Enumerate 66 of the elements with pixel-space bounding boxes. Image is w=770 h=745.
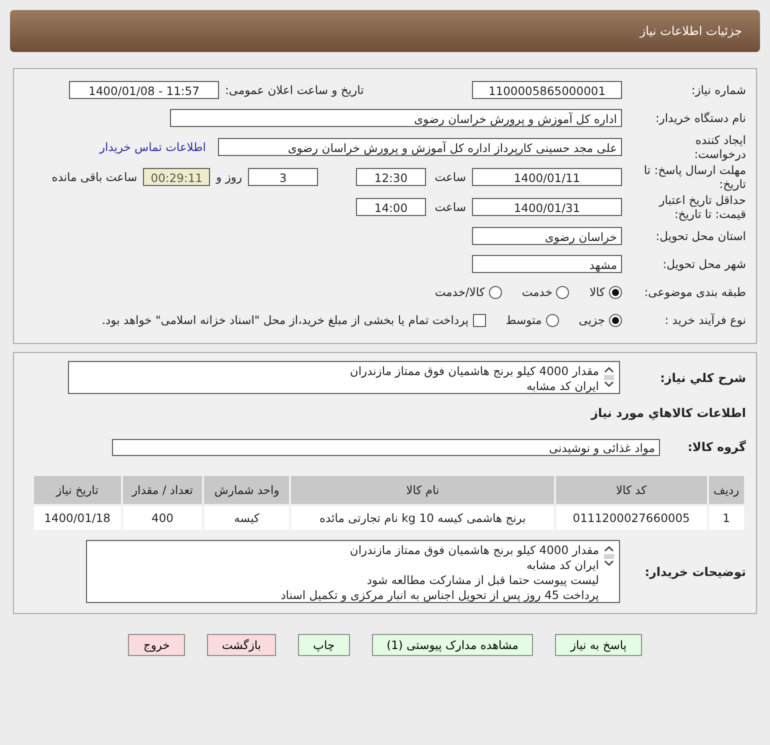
table-cell: 1400/01/18 [33,505,122,531]
column-header: کد کالا [555,475,708,505]
field-label: شهر محل تحویل: [662,257,746,271]
field-label: استان محل تحویل: [654,229,746,243]
days-field: 3 [248,168,318,186]
action-button[interactable]: مشاهده مدارک پیوستی (1) [372,634,534,656]
remaining-time-field: 00:29:11 [143,168,210,186]
table-cell: 400 [122,505,204,531]
radio-button[interactable] [546,314,559,326]
column-header: واحد شمارش [203,475,290,505]
option-label: جزیی [578,313,605,327]
column-header: ردیف [708,475,745,505]
date-field: 1400/01/31 [472,198,622,216]
field-label: نوع فرآیند خرید : [664,313,746,327]
checkbox[interactable] [472,314,486,326]
radio-button[interactable] [609,314,622,326]
action-button[interactable]: بازگشت [206,634,276,656]
scrollbar[interactable] [603,543,615,569]
field-label: نام دستگاه خریدار: [654,111,746,125]
option-label: پرداخت تمام یا بخشی از مبلغ خرید،از محل "اسناد خزانه اسلامی" خواهد بود. [102,313,469,327]
announce-date-field: 1400/01/08 - 11:57 [69,81,219,99]
field-label: طبقه بندی موضوعی: [643,285,746,299]
option-label: کالا/خدمت [434,285,485,299]
field-label: توضیحات خریدار: [644,564,746,578]
field-label: روز و [216,170,242,184]
field-label: ساعت [434,170,466,184]
page-title: جزئیات اطلاعات نیاز [640,24,742,38]
date-field: 1400/01/11 [472,168,622,186]
field-label: ساعت باقی مانده [52,170,138,184]
table-cell: برنج هاشمی کیسه 10 kg نام تجارتی مائده [290,505,556,531]
radio-button[interactable] [556,286,570,298]
scrollbar[interactable] [603,364,615,390]
time-field: 12:30 [356,168,426,186]
radio-button[interactable] [488,286,502,298]
field-label: حداقل تاریخ اعتبار قیمت: تا تاریخ: [658,193,746,221]
action-button[interactable]: چاپ [298,634,350,656]
field-label: شرح کلي نياز: [659,370,746,384]
buyer-contact-link[interactable]: اطلاعات تماس خریدار [99,140,206,154]
field-label: مهلت ارسال پاسخ: تا تاریخ: [642,163,746,191]
option-label: خدمت [522,285,552,299]
field-label: ساعت [434,200,466,214]
group-field: مواد غذائی و نوشیدنی [112,438,660,456]
table-cell: 1 [708,505,745,531]
table-cell: کیسه [203,505,290,531]
column-header: تعداد / مقدار [122,475,204,505]
buyer-notes-field: مقدار 4000 کیلو برنج هاشمیان فوق ممتاز مازندران ایران کد مشابه لیست پیوست حتما قبل از مشارکت مطالعه شود پرداخت 45 روز پس از تحویل اجناس به انبار مرکزی و تکمیل اسناد [86,540,620,603]
table-cell: 0111200027660005 [555,505,708,531]
option-label: کالا [589,285,605,299]
field-label: گروه کالا: [686,440,746,454]
province-field: خراسان رضوی [472,227,622,245]
column-header: نام کالا [290,475,556,505]
field-label: شماره نیاز: [690,83,746,97]
action-button[interactable]: پاسخ به نیاز [555,634,642,656]
time-field: 14:00 [356,198,426,216]
field-label: ایجاد کننده درخواست: [693,133,746,161]
need-number-field: 1100005865000001 [472,81,622,99]
radio-button[interactable] [609,286,622,298]
city-field: مشهد [472,255,622,273]
action-button[interactable]: خروج [128,634,185,656]
column-header: تاریخ نیاز [33,475,122,505]
description-field: مقدار 4000 کیلو برنج هاشمیان فوق ممتاز مازندران ایران کد مشابه [68,361,620,394]
section-heading: اطلاعات کالاهاي مورد نياز [590,406,746,420]
field-label: تاریخ و ساعت اعلان عمومی: [225,83,364,97]
buyer-org-field: اداره کل آموزش و پرورش خراسان رضوی [170,109,622,127]
option-label: متوسط [506,313,542,327]
requester-field: علی مجد حسینی کارپرداز اداره کل آموزش و پرورش خراسان رضوی [218,138,622,156]
